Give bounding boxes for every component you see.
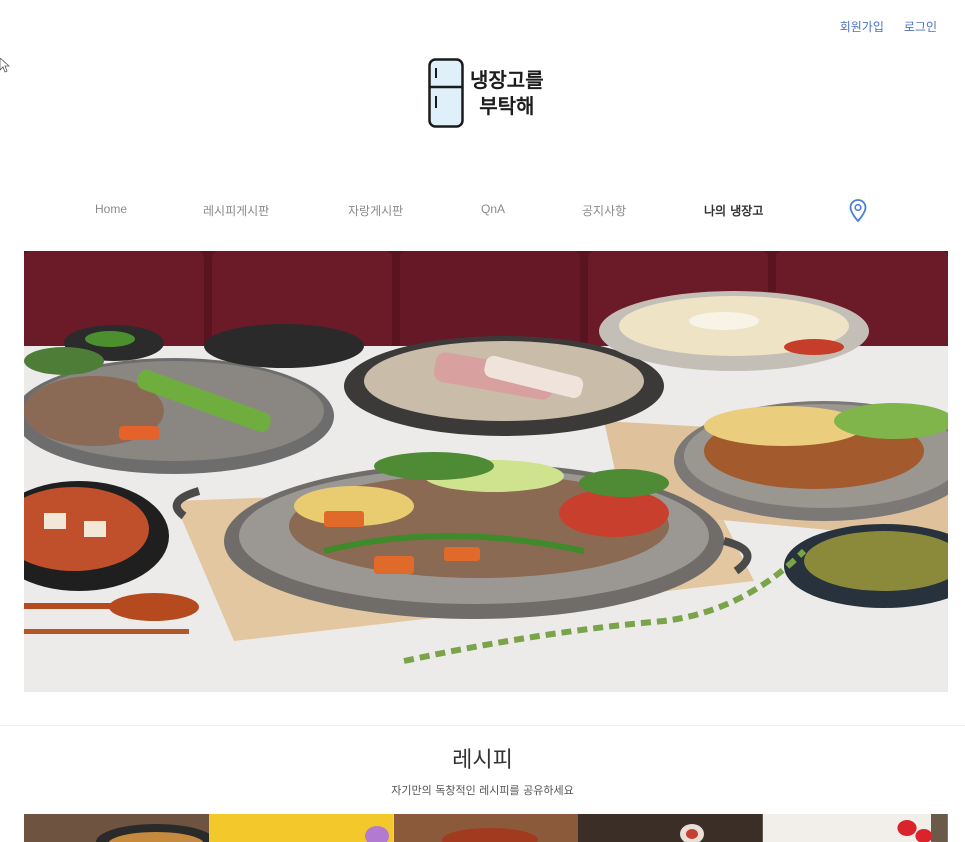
- login-link[interactable]: 로그인: [904, 18, 937, 35]
- recipe-thumbnail[interactable]: [393, 814, 579, 842]
- signup-link[interactable]: 회원가입: [840, 18, 884, 35]
- nav-home[interactable]: Home: [95, 202, 127, 216]
- nav-my-fridge[interactable]: 나의 냉장고: [704, 202, 763, 219]
- hero-banner-image: [24, 251, 948, 692]
- recipe-thumbnail[interactable]: [24, 814, 209, 842]
- hero-food-illustration: [24, 251, 948, 692]
- thumbnail-image-3: [393, 814, 579, 842]
- recipe-section-subtitle: 자기만의 독창적인 레시피를 공유하세요: [391, 784, 574, 797]
- site-logo[interactable]: 냉장고를 부탁해: [428, 58, 544, 128]
- recipe-thumbnail[interactable]: [578, 814, 764, 842]
- logo-line-1: 냉장고를: [470, 68, 544, 92]
- recipe-thumbnails: [24, 814, 948, 842]
- nav-brag-board[interactable]: 자랑게시판: [348, 202, 403, 219]
- fridge-icon: [428, 58, 464, 128]
- nav-notice[interactable]: 공지사항: [582, 202, 626, 219]
- thumbnail-image-4: [578, 814, 764, 842]
- section-divider: [0, 725, 965, 726]
- thumbnail-image-2: [208, 814, 394, 842]
- thumbnail-image-5: [763, 814, 948, 842]
- recipe-thumbnail[interactable]: [208, 814, 394, 842]
- recipe-section-title: 레시피: [452, 748, 513, 773]
- logo-text: 냉장고를 부탁해: [470, 67, 544, 119]
- thumbnail-image-1: [24, 814, 209, 842]
- nav-recipe-board[interactable]: 레시피게시판: [203, 202, 269, 219]
- top-links: 회원가입 로그인: [840, 18, 937, 35]
- recipe-thumbnail[interactable]: [763, 814, 948, 842]
- nav-qna[interactable]: QnA: [481, 202, 505, 216]
- map-pin-icon[interactable]: [849, 199, 867, 223]
- logo-line-2: 부탁해: [479, 94, 535, 118]
- mouse-cursor-icon: [0, 58, 10, 73]
